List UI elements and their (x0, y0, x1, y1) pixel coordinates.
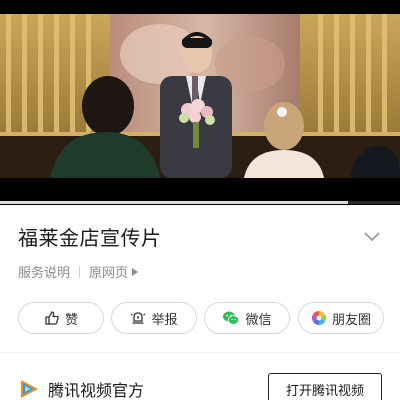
like-label: 赞 (64, 312, 78, 328)
video-progress-bar[interactable] (0, 201, 400, 204)
play-triangle-icon (132, 267, 139, 276)
action-bar: 赞 举报 微信 朋友圈 (18, 302, 384, 334)
service-description-link[interactable]: 服务说明 (18, 262, 70, 281)
thumbs-up-icon (45, 311, 59, 325)
like-button[interactable]: 赞 (18, 302, 104, 334)
moments-share-button[interactable]: 朋友圈 (298, 302, 384, 334)
moments-label: 朋友圈 (331, 312, 371, 328)
wechat-share-button[interactable]: 微信 (204, 302, 290, 334)
video-frame-image (0, 14, 400, 178)
chevron-down-icon[interactable] (362, 226, 382, 246)
meta-divider (79, 265, 81, 278)
report-label: 举报 (151, 312, 178, 328)
open-tencent-video-button[interactable]: 打开腾讯视频 (268, 373, 382, 400)
app-source-row[interactable]: 腾讯视频官方 (18, 377, 144, 400)
original-page-link[interactable]: 原网页 (89, 262, 128, 281)
wechat-label: 微信 (245, 312, 272, 328)
tencent-video-logo-icon (21, 380, 38, 398)
wechat-icon (223, 311, 240, 325)
meta-row: 服务说明 原网页 (18, 262, 139, 281)
report-icon (131, 312, 146, 324)
video-title: 福莱金店宣传片 (18, 226, 162, 250)
section-divider (0, 352, 400, 353)
video-progress-fill (0, 201, 348, 204)
app-name: 腾讯视频官方 (48, 381, 145, 400)
report-button[interactable]: 举报 (111, 302, 197, 334)
moments-icon (311, 310, 327, 326)
video-player[interactable] (0, 0, 400, 205)
